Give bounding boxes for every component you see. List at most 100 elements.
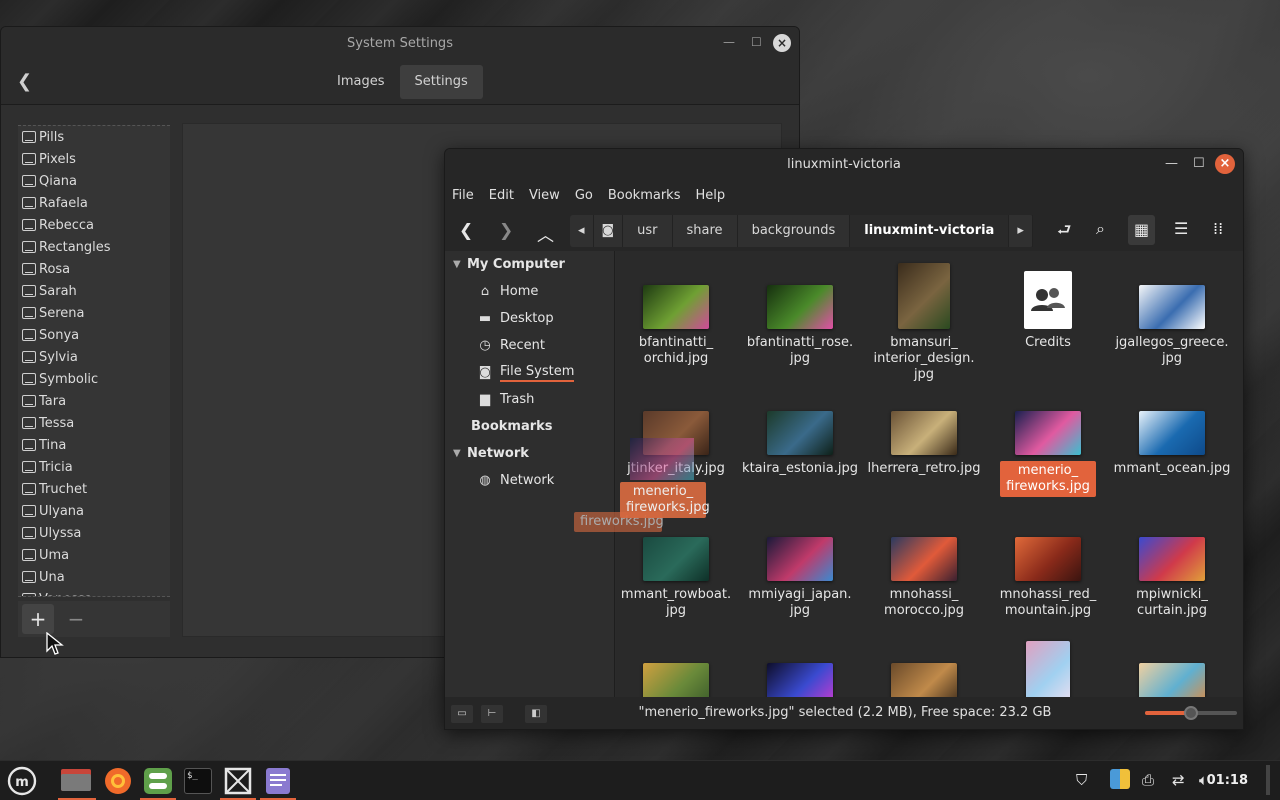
sidebar-item-desktop[interactable]: ▬ Desktop	[445, 305, 614, 332]
file-item[interactable]: mnohassi_red_ mountain.jpg	[988, 511, 1108, 619]
maximize-icon[interactable]: ☐	[1193, 156, 1205, 171]
file-item[interactable]	[616, 637, 736, 698]
theme-list-item[interactable]: Una	[18, 566, 170, 588]
theme-list-item[interactable]: Serena	[18, 302, 170, 324]
sidebar-section-my-computer[interactable]: ▼ My Computer	[445, 251, 614, 278]
theme-list-item[interactable]: Rosa	[18, 258, 170, 280]
menu-icon[interactable]: m	[4, 765, 40, 800]
location-toggle-icon[interactable]: ⮐	[1057, 219, 1071, 246]
file-item[interactable]: jgallegos_greece. jpg	[1112, 259, 1232, 367]
file-item[interactable]	[740, 637, 860, 698]
menu-help[interactable]: Help	[695, 188, 725, 203]
maximize-icon[interactable]: ☐	[751, 35, 762, 49]
remove-button[interactable]: −	[60, 604, 92, 634]
up-icon[interactable]: ︿	[537, 221, 554, 246]
add-button[interactable]: +	[22, 604, 54, 634]
network-icon[interactable]: ⇄	[1172, 771, 1185, 789]
back-icon[interactable]: ❮	[459, 221, 473, 241]
theme-list-item[interactable]: Rafaela	[18, 192, 170, 214]
theme-list-item[interactable]: Symbolic	[18, 368, 170, 390]
theme-icon	[22, 483, 36, 495]
zoom-handle[interactable]	[1184, 706, 1198, 720]
file-item[interactable]: mmant_ocean.jpg	[1112, 385, 1232, 477]
zoom-slider[interactable]	[1145, 706, 1237, 720]
file-item[interactable]	[1112, 637, 1232, 698]
path-share[interactable]: share	[673, 215, 738, 247]
menu-view[interactable]: View	[529, 188, 560, 203]
file-item[interactable]: ktaira_estonia.jpg	[740, 385, 860, 477]
theme-list-item[interactable]: Uma	[18, 544, 170, 566]
clock[interactable]: 01:18	[1207, 773, 1248, 788]
menu-go[interactable]: Go	[575, 188, 593, 203]
theme-list-item[interactable]: Rectangles	[18, 236, 170, 258]
menu-bookmarks[interactable]: Bookmarks	[608, 188, 681, 203]
file-item[interactable]: Credits	[988, 259, 1108, 351]
file-item[interactable]: lherrera_retro.jpg	[864, 385, 984, 477]
theme-icon	[22, 593, 36, 596]
sidebar-item-trash[interactable]: ▆ Trash	[445, 386, 614, 413]
tab-settings[interactable]: Settings	[399, 65, 483, 99]
shield-icon[interactable]: ⛉	[1076, 771, 1087, 789]
printer-icon[interactable]: ⎙	[1142, 771, 1154, 789]
sidebar-item-network[interactable]: ◍ Network	[445, 467, 614, 494]
sidebar-item-recent[interactable]: ◷ Recent	[445, 332, 614, 359]
sidebar-item-file-system[interactable]: ◙ File System	[445, 359, 614, 386]
theme-list-item[interactable]: Sonya	[18, 324, 170, 346]
theme-list-item[interactable]: Sarah	[18, 280, 170, 302]
sidebar-section-bookmarks[interactable]: Bookmarks	[445, 413, 614, 440]
theme-list-item[interactable]: Tara	[18, 390, 170, 412]
path-linuxmint-victoria[interactable]: linuxmint-victoria	[850, 215, 1010, 247]
close-icon[interactable]: ×	[1215, 154, 1235, 174]
search-icon[interactable]: ⌕	[1096, 219, 1105, 239]
firefox-icon[interactable]	[100, 765, 136, 800]
compact-view-icon[interactable]: ⁞⁞	[1213, 219, 1223, 238]
tab-images[interactable]: Images	[322, 65, 400, 99]
file-item[interactable]: mnohassi_ morocco.jpg	[864, 511, 984, 619]
theme-list-item[interactable]: Qiana	[18, 170, 170, 192]
close-icon[interactable]: ×	[773, 34, 791, 52]
theme-list-item[interactable]: Tina	[18, 434, 170, 456]
theme-list-item[interactable]: Vanessa	[18, 588, 170, 596]
path-left-icon[interactable]: ◂	[570, 215, 594, 247]
file-item[interactable]	[988, 637, 1108, 698]
settings-icon[interactable]	[140, 765, 176, 800]
icon-view-icon[interactable]: ▦	[1128, 215, 1156, 245]
file-item[interactable]	[864, 637, 984, 698]
theme-list-item[interactable]: Pills	[18, 126, 170, 148]
files-icon[interactable]	[58, 765, 96, 800]
path-backgrounds[interactable]: backgrounds	[738, 215, 851, 247]
sidebar-item-home[interactable]: ⌂ Home	[445, 278, 614, 305]
file-item[interactable]: menerio_ fireworks.jpg	[988, 385, 1108, 497]
theme-list-item[interactable]: Truchet	[18, 478, 170, 500]
sidebar-section-network[interactable]: ▼ Network	[445, 440, 614, 467]
show-desktop-button[interactable]	[1266, 765, 1270, 795]
path-right-icon[interactable]: ▸	[1009, 215, 1033, 247]
theme-list-item[interactable]: Ulyana	[18, 500, 170, 522]
update-manager-icon[interactable]	[1110, 769, 1130, 793]
theme-list[interactable]: Pills Pixels Qiana Rafaela Rebecca Rectangles…	[18, 125, 170, 597]
menu-file[interactable]: File	[452, 188, 474, 203]
theme-list-item[interactable]: Rebecca	[18, 214, 170, 236]
terminal-icon[interactable]: $_	[180, 765, 216, 800]
theme-list-item[interactable]: Pixels	[18, 148, 170, 170]
file-item[interactable]: bmansuri_ interior_design. jpg	[864, 259, 984, 383]
theme-list-item[interactable]: Tricia	[18, 456, 170, 478]
file-item[interactable]: mpiwnicki_ curtain.jpg	[1112, 511, 1232, 619]
file-item[interactable]: bfantinatti_rose. jpg	[740, 259, 860, 367]
drive-icon[interactable]: ◙	[594, 215, 624, 247]
minimize-icon[interactable]: —	[723, 35, 735, 49]
menu-edit[interactable]: Edit	[489, 188, 514, 203]
file-item[interactable]: bfantinatti_ orchid.jpg	[616, 259, 736, 367]
path-usr[interactable]: usr	[623, 215, 673, 247]
minimize-icon[interactable]: —	[1165, 156, 1178, 171]
forward-icon[interactable]: ❯	[499, 221, 513, 241]
back-arrow-icon[interactable]: ❮	[17, 71, 32, 92]
theme-list-item[interactable]: Tessa	[18, 412, 170, 434]
theme-list-item[interactable]: Ulyssa	[18, 522, 170, 544]
workspace-icon[interactable]	[220, 765, 256, 800]
file-item[interactable]: mmiyagi_japan. jpg	[740, 511, 860, 619]
file-icon-grid[interactable]: bfantinatti_ orchid.jpg bfantinatti_rose. j…	[616, 251, 1243, 699]
list-view-icon[interactable]: ☰	[1174, 219, 1188, 238]
theme-list-item[interactable]: Sylvia	[18, 346, 170, 368]
notes-icon[interactable]	[260, 765, 296, 800]
